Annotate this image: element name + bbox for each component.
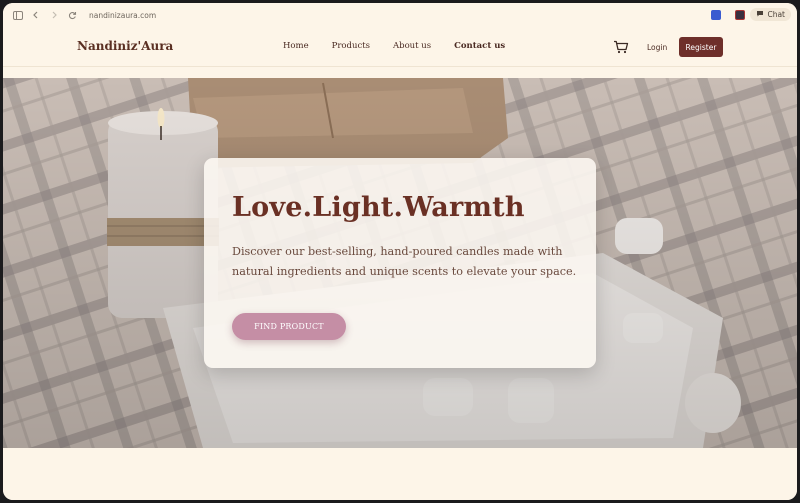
find-product-button[interactable]: FIND PRODUCT [232,313,346,340]
login-link[interactable]: Login [647,43,667,52]
main-nav: Home Products About us Contact us [283,41,528,51]
extension-icon[interactable] [735,9,746,20]
page-footer-area [3,448,797,500]
extension-icon[interactable] [711,9,722,20]
hero-title: Love.Light.Warmth [232,192,525,223]
nav-home[interactable]: Home [283,41,309,51]
nav-contact[interactable]: Contact us [454,41,505,51]
reload-icon[interactable] [65,8,79,22]
back-icon[interactable] [29,8,43,22]
forward-icon[interactable] [47,8,61,22]
nav-products[interactable]: Products [332,41,370,51]
site-logo[interactable]: Nandiniz'Aura [77,39,173,53]
browser-toolbar: nandinizaura.com Chat [3,3,797,27]
hero-description: Discover our best-selling, hand-poured c… [232,245,577,278]
hero-section: Love.Light.Warmth Discover our best-sell… [3,78,797,448]
cart-icon[interactable] [613,39,629,54]
chat-bubble-icon [756,10,764,19]
sidebar-toggle-icon[interactable] [11,8,25,22]
address-bar[interactable]: nandinizaura.com [89,11,156,20]
browser-window: nandinizaura.com Chat Nandiniz'Aura Home… [3,3,797,500]
register-button[interactable]: Register [679,37,723,57]
chat-button[interactable]: Chat [750,8,791,21]
hero-card: Love.Light.Warmth Discover our best-sell… [204,158,596,368]
chat-label: Chat [767,10,785,19]
nav-about[interactable]: About us [393,41,431,51]
site-header: Nandiniz'Aura Home Products About us Con… [3,27,797,67]
